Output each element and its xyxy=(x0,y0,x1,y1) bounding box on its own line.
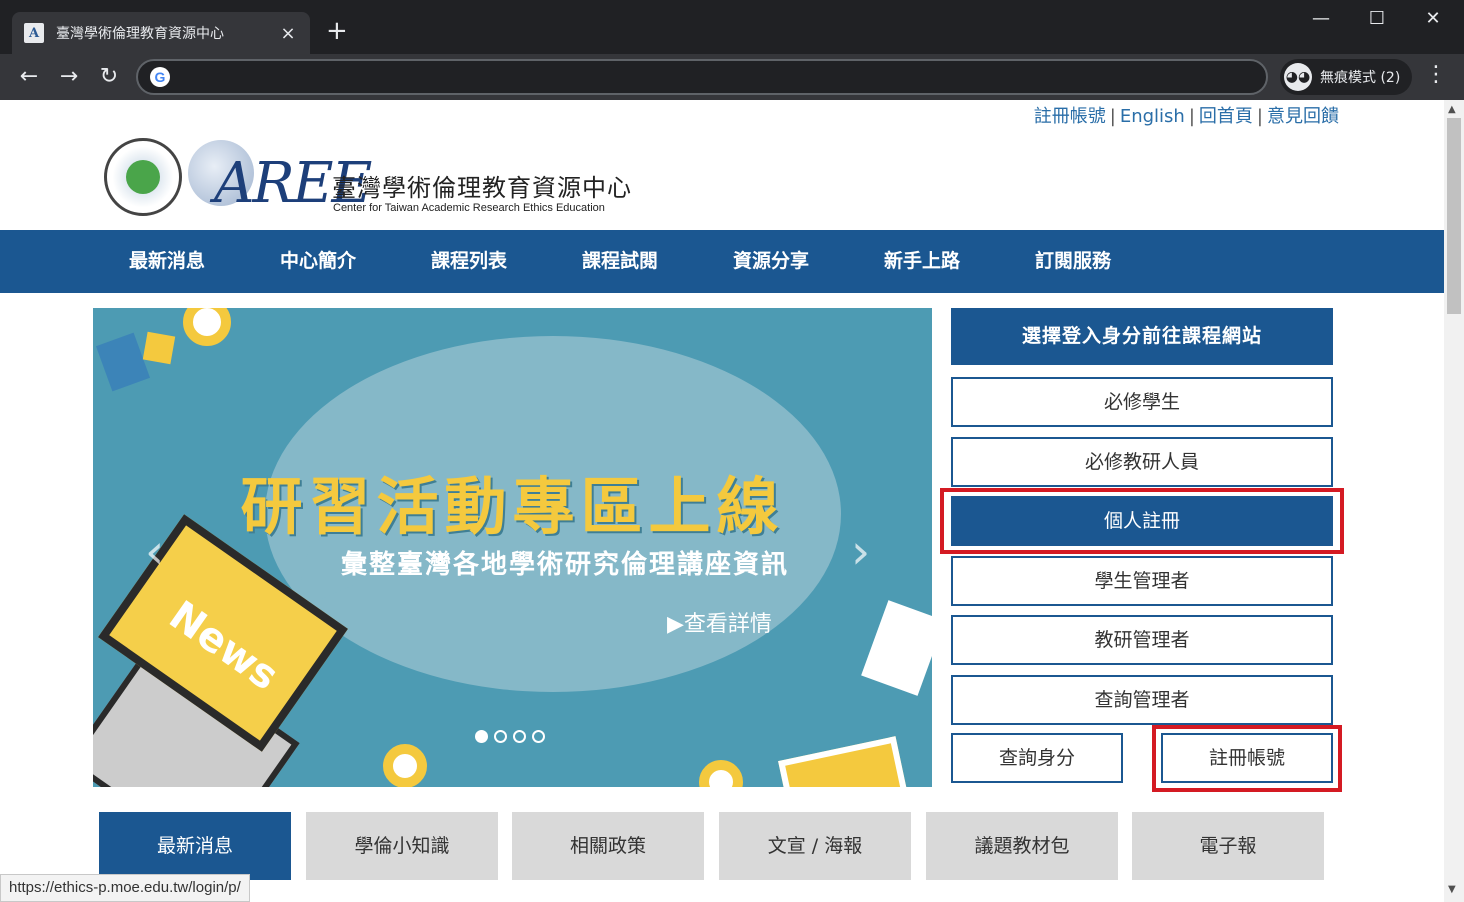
google-icon: G xyxy=(150,67,170,87)
browser-toolbar: ← → ↻ G ◕◕ 無痕模式 (2) ⋮ xyxy=(0,54,1464,100)
new-tab-button[interactable]: + xyxy=(326,18,348,44)
separator: | xyxy=(1188,106,1195,127)
toplink-register[interactable]: 註冊帳號 xyxy=(1034,106,1106,127)
incognito-label: 無痕模式 (2) xyxy=(1320,70,1401,86)
nav-getting-started[interactable]: 新手上路 xyxy=(884,230,960,293)
folder-icon xyxy=(778,736,908,787)
page-scrollbar[interactable]: ▲ ▼ xyxy=(1444,100,1464,902)
browser-menu-icon[interactable]: ⋮ xyxy=(1424,62,1448,87)
cd-icon xyxy=(383,744,427,787)
banner-title: 研習活動專區上線 xyxy=(240,470,785,543)
window-close-icon[interactable]: ✕ xyxy=(1418,8,1448,29)
top-links: 註冊帳號 | English | 回首頁 | 意見回饋 xyxy=(1034,102,1339,128)
carousel-dot[interactable] xyxy=(494,730,507,743)
carousel-next-icon[interactable]: › xyxy=(851,528,870,576)
site-favicon-icon: A xyxy=(24,23,44,43)
carousel-dot[interactable] xyxy=(475,730,488,743)
tab-title: 臺灣學術倫理教育資源中心 xyxy=(56,26,224,42)
hero-banner[interactable]: News 研習活動專區上線 彙整臺灣各地學術研究倫理講座資訊 ▶查看詳情 ‹ › xyxy=(93,308,932,787)
incognito-indicator[interactable]: ◕◕ 無痕模式 (2) xyxy=(1280,59,1412,95)
toplink-feedback[interactable]: 意見回饋 xyxy=(1267,106,1339,127)
separator: | xyxy=(1256,106,1263,127)
nav-courses[interactable]: 課程列表 xyxy=(431,230,507,293)
page-content: 註冊帳號 | English | 回首頁 | 意見回饋 AREE 臺灣學術倫理教育資源中心 … xyxy=(0,100,1444,902)
notebook-icon xyxy=(95,332,151,392)
back-icon[interactable]: ← xyxy=(14,64,44,90)
banner-subtitle: 彙整臺灣各地學術研究倫理講座資訊 xyxy=(340,550,789,580)
sticky-note-icon xyxy=(142,331,176,365)
query-identity-button[interactable]: 查詢身分 xyxy=(951,733,1123,783)
minimize-icon[interactable]: — xyxy=(1306,8,1336,29)
cd-icon xyxy=(183,308,231,346)
nav-latest-news[interactable]: 最新消息 xyxy=(129,230,205,293)
tab-posters[interactable]: 文宣 / 海報 xyxy=(719,812,911,880)
nav-resources[interactable]: 資源分享 xyxy=(733,230,809,293)
site-subtitle: Center for Taiwan Academic Research Ethi… xyxy=(333,202,605,214)
cd-icon xyxy=(699,760,743,787)
browser-titlebar: A 臺灣學術倫理教育資源中心 × + — ☐ ✕ xyxy=(0,0,1464,54)
status-url: https://ethics-p.moe.edu.tw/login/p/ xyxy=(0,874,250,902)
required-student-button[interactable]: 必修學生 xyxy=(951,377,1333,427)
tab-ethics-knowledge[interactable]: 學倫小知識 xyxy=(306,812,498,880)
main-nav: 最新消息 中心簡介 課程列表 課程試閱 資源分享 新手上路 訂閱服務 xyxy=(0,230,1444,293)
site-title: 臺灣學術倫理教育資源中心 xyxy=(332,174,632,202)
highlight-box xyxy=(1152,725,1342,792)
tab-policies[interactable]: 相關政策 xyxy=(512,812,704,880)
login-panel-header: 選擇登入身分前往課程網站 xyxy=(951,308,1333,365)
student-admin-button[interactable]: 學生管理者 xyxy=(951,556,1333,606)
browser-tab[interactable]: A 臺灣學術倫理教育資源中心 × xyxy=(12,12,310,54)
highlight-box xyxy=(940,488,1344,554)
scroll-down-icon[interactable]: ▼ xyxy=(1448,884,1456,895)
carousel-prev-icon[interactable]: ‹ xyxy=(145,528,164,576)
separator: | xyxy=(1109,106,1116,127)
tab-teaching-packages[interactable]: 議題教材包 xyxy=(926,812,1118,880)
scroll-up-icon[interactable]: ▲ xyxy=(1448,104,1456,115)
ministry-of-education-seal-icon xyxy=(104,138,182,216)
notepad-icon xyxy=(861,600,932,696)
toplink-english[interactable]: English xyxy=(1120,106,1185,127)
nav-subscribe[interactable]: 訂閱服務 xyxy=(1035,230,1111,293)
forward-icon[interactable]: → xyxy=(54,64,84,90)
maximize-icon[interactable]: ☐ xyxy=(1362,8,1392,29)
incognito-icon: ◕◕ xyxy=(1284,63,1312,91)
banner-more-link[interactable]: ▶查看詳情 xyxy=(667,606,772,638)
nav-about[interactable]: 中心簡介 xyxy=(280,230,356,293)
tab-latest-news[interactable]: 最新消息 xyxy=(99,812,291,880)
query-admin-button[interactable]: 查詢管理者 xyxy=(951,675,1333,725)
carousel-dot[interactable] xyxy=(513,730,526,743)
toplink-home[interactable]: 回首頁 xyxy=(1199,106,1253,127)
carousel-dot[interactable] xyxy=(532,730,545,743)
required-faculty-button[interactable]: 必修教研人員 xyxy=(951,437,1333,487)
faculty-admin-button[interactable]: 教研管理者 xyxy=(951,615,1333,665)
carousel-dots xyxy=(475,730,545,743)
nav-course-preview[interactable]: 課程試閱 xyxy=(582,230,658,293)
laptop-illustration: News xyxy=(93,514,348,787)
address-bar[interactable]: G xyxy=(136,59,1268,95)
reload-icon[interactable]: ↻ xyxy=(94,64,124,90)
tab-close-icon[interactable]: × xyxy=(278,23,298,44)
tab-newsletter[interactable]: 電子報 xyxy=(1132,812,1324,880)
scroll-thumb[interactable] xyxy=(1447,118,1461,314)
